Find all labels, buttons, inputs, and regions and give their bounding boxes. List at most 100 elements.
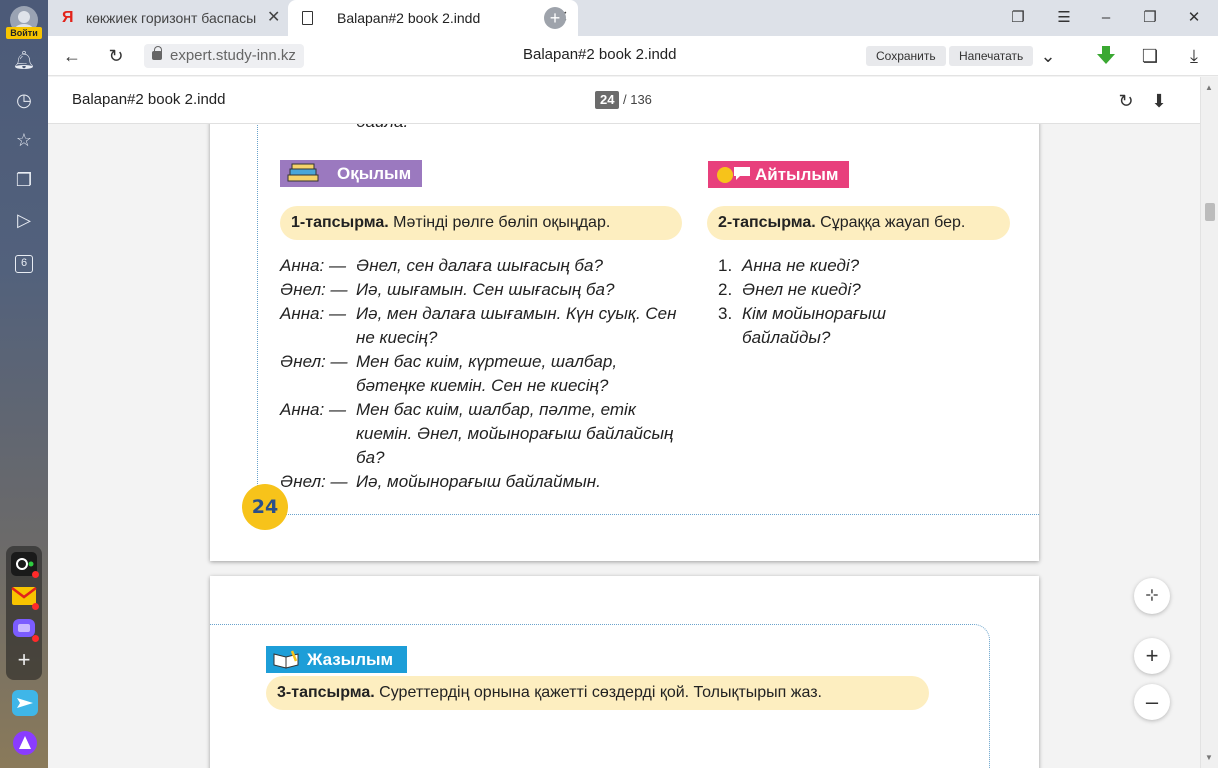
speaking-head-icon <box>717 167 750 183</box>
scroll-thumb[interactable] <box>1205 203 1215 221</box>
window-close-icon[interactable]: ✕ <box>1182 6 1206 30</box>
chevron-down-icon[interactable]: ⌄ <box>1036 44 1060 68</box>
lock-icon <box>152 46 162 60</box>
page-number-badge: 24 <box>242 484 288 530</box>
messenger-icon[interactable] <box>11 616 39 642</box>
question-number: 1. <box>718 256 733 275</box>
history-icon[interactable]: ◷ <box>12 88 36 112</box>
question-text: Кім мойынорағыш байлайды? <box>742 304 887 347</box>
pdf-page-24: байла. Оқылым Айтылым 1-тапсырма. Мәтінд… <box>210 124 1039 561</box>
pdf-viewer[interactable]: байла. Оқылым Айтылым 1-тапсырма. Мәтінд… <box>48 124 1200 768</box>
question-number: 3. <box>718 304 733 323</box>
pdf-toolbar: Balapan#2 book 2.indd 24 / 136 ↻ ⬇ <box>48 77 1200 124</box>
download-manager-icon[interactable] <box>1094 44 1118 68</box>
tabs-icon[interactable]: ❐ <box>1006 6 1030 30</box>
minimize-icon[interactable]: – <box>1094 6 1118 30</box>
dialog: Анна: — Әнел, сен далаға шығасың ба? Әнел… <box>280 254 680 494</box>
mail-icon[interactable] <box>11 584 39 610</box>
notification-dot <box>32 603 39 610</box>
cut-text: байла. <box>356 124 408 132</box>
download-icon[interactable]: ⬇ <box>1147 89 1171 113</box>
address-bar: ← ↻ expert.study-inn.kz Balapan#2 book 2… <box>48 36 1218 76</box>
pdf-page-25: Жазылым 3-тапсырма. Суреттердің орнына қ… <box>210 576 1039 768</box>
task-1-label: 1-тапсырма. <box>291 214 389 231</box>
rotate-icon[interactable]: ↻ <box>1114 89 1138 113</box>
dialog-text: Мен бас киім, күртеше, шалбар, бәтеңке к… <box>356 352 618 395</box>
back-icon[interactable]: ← <box>60 44 84 68</box>
reload-icon[interactable]: ↻ <box>104 44 128 68</box>
counter-icon[interactable]: 6 <box>12 248 36 273</box>
task-3-text: Суреттердің орнына қажетті сөздерді қой.… <box>379 684 822 701</box>
section-writing-title: Жазылым <box>307 650 394 669</box>
fit-page-icon[interactable]: ⊹ <box>1134 578 1170 614</box>
tab-kokzhiek[interactable]: Я көкжиек горизонт баспасы ✕ <box>52 0 288 36</box>
speaker: Анна: — <box>280 400 346 419</box>
add-app-icon[interactable]: + <box>11 648 37 672</box>
dialog-line: Анна: — Әнел, сен далаға шығасың ба? <box>280 254 680 278</box>
question-list: 1. Анна не киеді? 2. Әнел не киеді? 3. Кім … <box>718 254 1018 350</box>
restore-icon[interactable]: ❐ <box>1138 6 1162 30</box>
new-tab-button[interactable]: + <box>544 7 566 29</box>
alice-camera-icon[interactable] <box>11 552 39 578</box>
task-2-label: 2-тапсырма. <box>718 214 816 231</box>
page-title: Balapan#2 book 2.indd <box>523 46 677 63</box>
question-text: Анна не киеді? <box>742 256 860 275</box>
question-text: Әнел не киеді? <box>742 280 861 299</box>
task-2-text: Сұраққа жауап бер. <box>820 214 966 231</box>
dialog-line: Әнел: — Иә, мойынорағыш байлаймын. <box>280 470 680 494</box>
dialog-line: Анна: — Иә, мен далаға шығамын. Күн суық.… <box>280 302 680 350</box>
dialog-line: Әнел: — Мен бас киім, күртеше, шалбар, бә… <box>280 350 680 398</box>
section-reading-header: Оқылым <box>280 160 422 187</box>
section-writing-header: Жазылым <box>266 646 407 673</box>
question-number: 2. <box>718 280 733 299</box>
dialog-text: Әнел, сен далаға шығасың ба? <box>356 256 603 275</box>
task-1-banner: 1-тапсырма. Мәтінді рөлге бөліп оқыңдар. <box>280 206 682 240</box>
collections-icon[interactable]: ❐ <box>12 168 36 192</box>
send-icon[interactable] <box>12 690 38 716</box>
dialog-line: Анна: — Мен бас киім, шалбар, пәлте, етік… <box>280 398 680 470</box>
section-speaking-title: Айтылым <box>755 165 839 184</box>
notification-dot <box>32 635 39 642</box>
url-domain: expert.study-inn.kz <box>170 47 296 64</box>
task-3-banner: 3-тапсырма. Суреттердің орнына қажетті с… <box>266 676 929 710</box>
url-chip[interactable]: expert.study-inn.kz <box>144 44 304 68</box>
menu-icon[interactable]: ☰ <box>1052 6 1076 30</box>
bell-icon[interactable]: 🔔︎ <box>12 48 36 72</box>
vertical-scrollbar[interactable]: ▲ ▼ <box>1200 77 1218 768</box>
current-page-input[interactable]: 24 <box>595 91 620 109</box>
app-dock: + <box>6 546 42 680</box>
downloads-icon[interactable]: ⤓ <box>1182 44 1206 68</box>
notebook-icon <box>273 650 299 669</box>
speaker: Әнел: — <box>280 280 348 299</box>
video-icon[interactable]: ▷ <box>12 208 36 232</box>
login-button[interactable]: Войти <box>6 27 42 39</box>
close-icon[interactable]: ✕ <box>267 0 280 36</box>
bookmarks-icon[interactable]: ❏ <box>1138 44 1162 68</box>
speaker: Әнел: — <box>280 352 348 371</box>
alice-icon[interactable] <box>12 730 37 755</box>
zoom-out-button[interactable]: – <box>1134 684 1170 720</box>
print-button[interactable]: Напечатать <box>949 46 1034 66</box>
dialog-line: Әнел: — Иә, шығамын. Сен шығасың ба? <box>280 278 680 302</box>
document-icon <box>302 11 313 25</box>
zoom-in-button[interactable]: + <box>1134 638 1170 674</box>
question-item: 3. Кім мойынорағыш байлайды? <box>718 302 903 350</box>
dialog-text: Мен бас киім, шалбар, пәлте, етік киемін… <box>356 400 674 467</box>
section-reading-title: Оқылым <box>337 164 412 183</box>
star-icon[interactable]: ☆ <box>12 128 36 152</box>
task-2-banner: 2-тапсырма. Сұраққа жауап бер. <box>707 206 1010 240</box>
notification-dot <box>32 571 39 578</box>
browser-sidebar: Войти 🔔︎ ◷ ☆ ❐ ▷ 6 + <box>0 0 48 768</box>
tab-balapan[interactable]: Balapan#2 book 2.indd ✕ <box>288 0 578 36</box>
question-item: 2. Әнел не киеді? <box>718 278 1018 302</box>
scroll-up-icon[interactable]: ▲ <box>1205 83 1213 92</box>
section-speaking-header: Айтылым <box>708 161 849 188</box>
scroll-down-icon[interactable]: ▼ <box>1205 753 1213 762</box>
counter-value: 6 <box>15 255 33 273</box>
tab-title: көкжиек горизонт баспасы <box>86 10 257 26</box>
pdf-title: Balapan#2 book 2.indd <box>72 91 226 108</box>
task-1-text: Мәтінді рөлге бөліп оқыңдар. <box>393 214 611 231</box>
yandex-icon: Я <box>62 9 74 26</box>
save-button[interactable]: Сохранить <box>866 46 946 66</box>
speaker: Анна: — <box>280 304 346 323</box>
